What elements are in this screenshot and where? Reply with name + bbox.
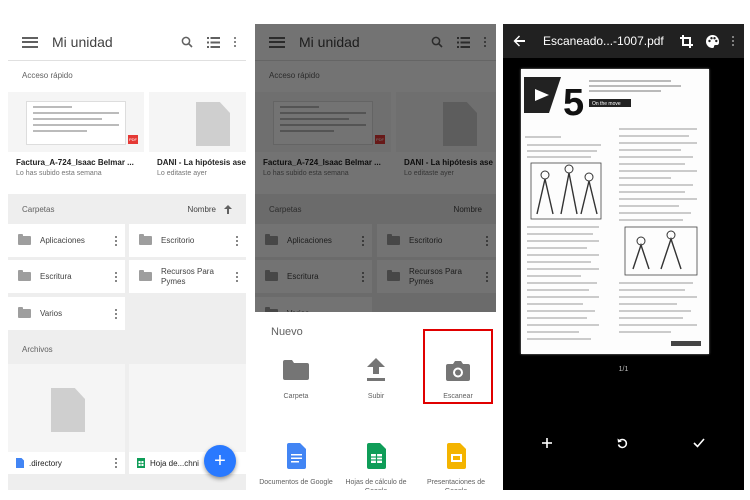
doc-file-icon	[196, 102, 230, 146]
pdf-badge: PDF	[128, 135, 138, 144]
section-label: Archivos	[22, 344, 53, 354]
confirm-check-icon[interactable]	[693, 438, 705, 448]
upload-option[interactable]: Subir	[338, 357, 414, 401]
file-thumbnail	[8, 364, 125, 452]
menu-icon[interactable]	[22, 36, 38, 48]
google-slides-icon	[446, 443, 466, 469]
file-thumbnail: PDF	[8, 92, 144, 152]
viewer-app-bar: Escaneado...-1007.pdf	[503, 24, 744, 58]
quick-access-card-factura[interactable]: PDF Factura_A-724_Isaac Belmar ... Lo ha…	[8, 92, 144, 188]
new-fab-button[interactable]: +	[204, 445, 236, 477]
folder-varios[interactable]: Varios	[8, 297, 125, 330]
document-title: Escaneado...-1007.pdf	[543, 34, 664, 48]
file-thumbnail	[129, 364, 246, 452]
doc-icon	[16, 458, 24, 468]
file-subtitle: Lo editaste ayer	[157, 170, 207, 177]
file-name: Hoja de...chni	[150, 458, 199, 468]
folder-name: Varios	[40, 308, 63, 318]
google-docs-option[interactable]: Documentos de Google	[258, 443, 334, 487]
option-label: Hojas de cálculo de Google	[345, 479, 407, 490]
file-name: Factura_A-724_Isaac Belmar ...	[16, 158, 134, 167]
new-item-bottom-sheet: Nuevo Carpeta Subir Escanear Documentos …	[255, 312, 496, 490]
option-label: Subir	[367, 393, 385, 400]
generic-file-icon	[51, 388, 85, 432]
file-card-directory[interactable]: .directory	[8, 364, 125, 474]
google-slides-option[interactable]: Presentaciones de Google	[418, 443, 494, 490]
app-bar: Mi unidad	[8, 24, 246, 60]
new-folder-option[interactable]: Carpeta	[258, 357, 334, 401]
folder-escritura[interactable]: Escritura	[8, 260, 125, 293]
search-icon[interactable]	[181, 36, 193, 48]
folder-escritorio[interactable]: Escritorio	[129, 224, 246, 257]
option-label: Documentos de Google	[259, 479, 333, 486]
scanned-page[interactable]: 5 On the move	[521, 69, 709, 354]
folder-name: Aplicaciones	[40, 235, 85, 245]
folder-recursos-para-pymes[interactable]: Recursos Para Pymes	[129, 260, 246, 293]
modal-scrim[interactable]	[255, 24, 496, 312]
folder-name: Recursos Para Pymes	[161, 266, 214, 286]
sheets-icon	[137, 458, 145, 468]
palette-icon[interactable]	[706, 34, 719, 48]
back-arrow-icon[interactable]	[513, 35, 525, 47]
sheet-title: Nuevo	[271, 326, 303, 338]
folders-header: Carpetas Nombre	[8, 194, 246, 224]
list-view-icon[interactable]	[207, 36, 220, 48]
more-options-icon[interactable]	[236, 271, 238, 282]
scanned-page-content: 5 On the move	[524, 77, 701, 346]
folder-icon	[139, 270, 152, 281]
scan-header-text: On the move	[592, 101, 621, 107]
folder-icon	[18, 270, 31, 281]
file-name: .directory	[29, 458, 62, 468]
google-sheets-icon	[366, 443, 386, 469]
file-thumbnail	[149, 92, 246, 152]
section-label: Acceso rápido	[22, 71, 73, 80]
google-docs-icon	[286, 443, 306, 469]
crop-icon[interactable]	[680, 34, 693, 48]
section-label: Carpetas	[22, 204, 55, 214]
quick-access-header: Acceso rápido	[8, 60, 246, 90]
files-header: Archivos	[8, 334, 246, 364]
folder-name: Escritorio	[161, 235, 195, 245]
more-options-icon[interactable]	[236, 235, 238, 246]
folder-icon	[139, 234, 152, 245]
more-options-icon[interactable]	[732, 36, 734, 46]
scan-viewer-screen: Escaneado...-1007.pdf 5 On the move 1/1	[503, 24, 744, 490]
scan-highlight-box	[423, 329, 493, 404]
drive-screen: Mi unidad Acceso rápido PDF Factura_A-72…	[8, 24, 246, 490]
scan-big-number: 5	[563, 82, 584, 124]
google-sheets-option[interactable]: Hojas de cálculo de Google	[338, 443, 414, 490]
more-options-icon[interactable]	[115, 235, 117, 246]
upload-icon	[367, 358, 385, 381]
viewer-bottom-bar	[503, 386, 744, 490]
arrow-up-icon	[224, 204, 232, 214]
folder-icon	[18, 307, 31, 318]
quick-access-card-dani[interactable]: DANI - La hipótesis ase Lo editaste ayer	[149, 92, 246, 188]
option-label: Presentaciones de Google	[427, 479, 485, 490]
option-label: Carpeta	[283, 393, 309, 400]
add-page-icon[interactable]	[542, 438, 552, 448]
more-options-icon[interactable]	[115, 458, 117, 468]
file-subtitle: Lo has subido esta semana	[16, 170, 102, 177]
retake-icon[interactable]	[617, 438, 628, 449]
document-preview	[26, 101, 126, 145]
drive-new-sheet-screen: Mi unidad Acceso rápido PDF Factura_A-72…	[255, 24, 496, 490]
more-options-icon[interactable]	[115, 271, 117, 282]
folder-aplicaciones[interactable]: Aplicaciones	[8, 224, 125, 257]
sort-control[interactable]: Nombre	[187, 204, 232, 214]
page-counter: 1/1	[618, 366, 629, 373]
more-options-icon[interactable]	[115, 308, 117, 319]
screenshot-composite: Mi unidad Acceso rápido PDF Factura_A-72…	[0, 0, 750, 500]
more-options-icon[interactable]	[234, 37, 236, 47]
page-title: Mi unidad	[52, 34, 113, 50]
file-name: DANI - La hipótesis ase	[157, 158, 246, 167]
folder-icon	[18, 234, 31, 245]
sort-label: Nombre	[187, 204, 216, 214]
folder-icon	[283, 360, 309, 380]
folder-name: Escritura	[40, 271, 72, 281]
